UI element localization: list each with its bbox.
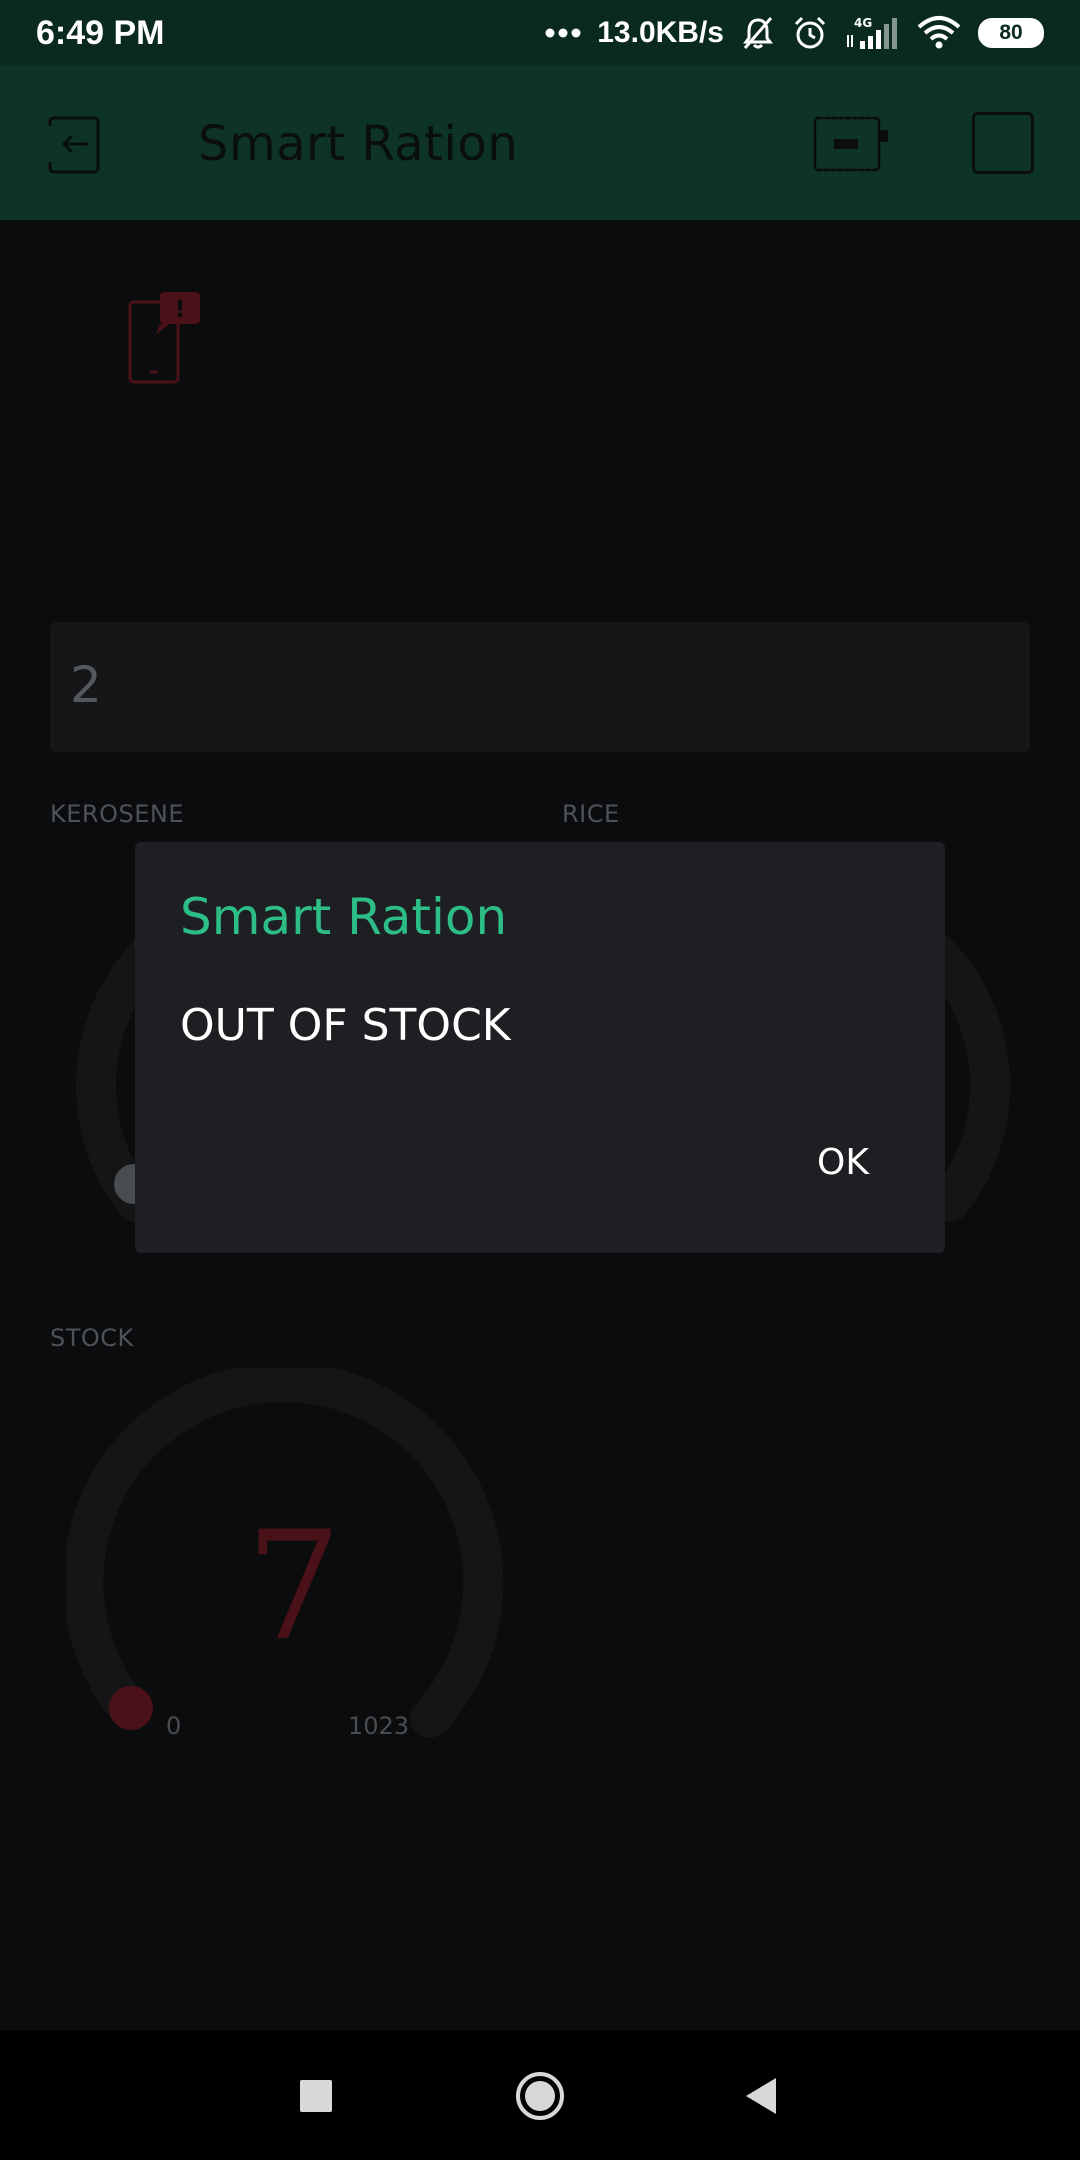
alert-dialog: Smart Ration OUT OF STOCK OK xyxy=(135,842,945,1253)
rice-label: RICE xyxy=(562,800,620,828)
stock-max: 1023 xyxy=(348,1712,410,1740)
signal-icon: 4G xyxy=(844,15,900,51)
recents-icon[interactable] xyxy=(286,2066,346,2126)
kerosene-label: KEROSENE xyxy=(50,800,184,828)
device-icon[interactable] xyxy=(812,112,890,176)
wifi-icon xyxy=(916,15,962,51)
status-bar: 6:49 PM 13.0KB/s 4G 80 xyxy=(0,0,1080,66)
dots-icon xyxy=(545,27,581,39)
notification-icon: ! xyxy=(126,290,204,386)
status-icons: 13.0KB/s 4G 80 xyxy=(545,15,1044,51)
stock-min: 0 xyxy=(166,1712,182,1740)
stock-label: STOCK xyxy=(50,1324,134,1352)
value-display: 2 xyxy=(50,622,1030,752)
battery-icon: 80 xyxy=(978,18,1044,48)
network-type-text: 4G xyxy=(854,16,872,30)
home-icon[interactable] xyxy=(510,2066,570,2126)
status-time: 6:49 PM xyxy=(36,13,165,52)
app-title: Smart Ration xyxy=(198,116,519,172)
alarm-icon xyxy=(792,15,828,51)
network-speed: 13.0KB/s xyxy=(597,16,724,49)
svg-text:!: ! xyxy=(175,295,186,323)
mute-bell-icon xyxy=(740,15,776,51)
ok-button[interactable]: OK xyxy=(811,1138,875,1187)
value-display-text: 2 xyxy=(70,656,102,714)
nav-bar xyxy=(0,2030,1080,2160)
app-bar: Smart Ration xyxy=(0,66,1080,220)
exit-icon[interactable] xyxy=(44,112,110,176)
dialog-message: OUT OF STOCK xyxy=(180,1000,511,1051)
stock-value: 7 xyxy=(246,1500,342,1674)
back-icon[interactable] xyxy=(732,2066,792,2126)
stop-icon[interactable] xyxy=(972,112,1034,174)
dialog-title: Smart Ration xyxy=(180,888,508,946)
